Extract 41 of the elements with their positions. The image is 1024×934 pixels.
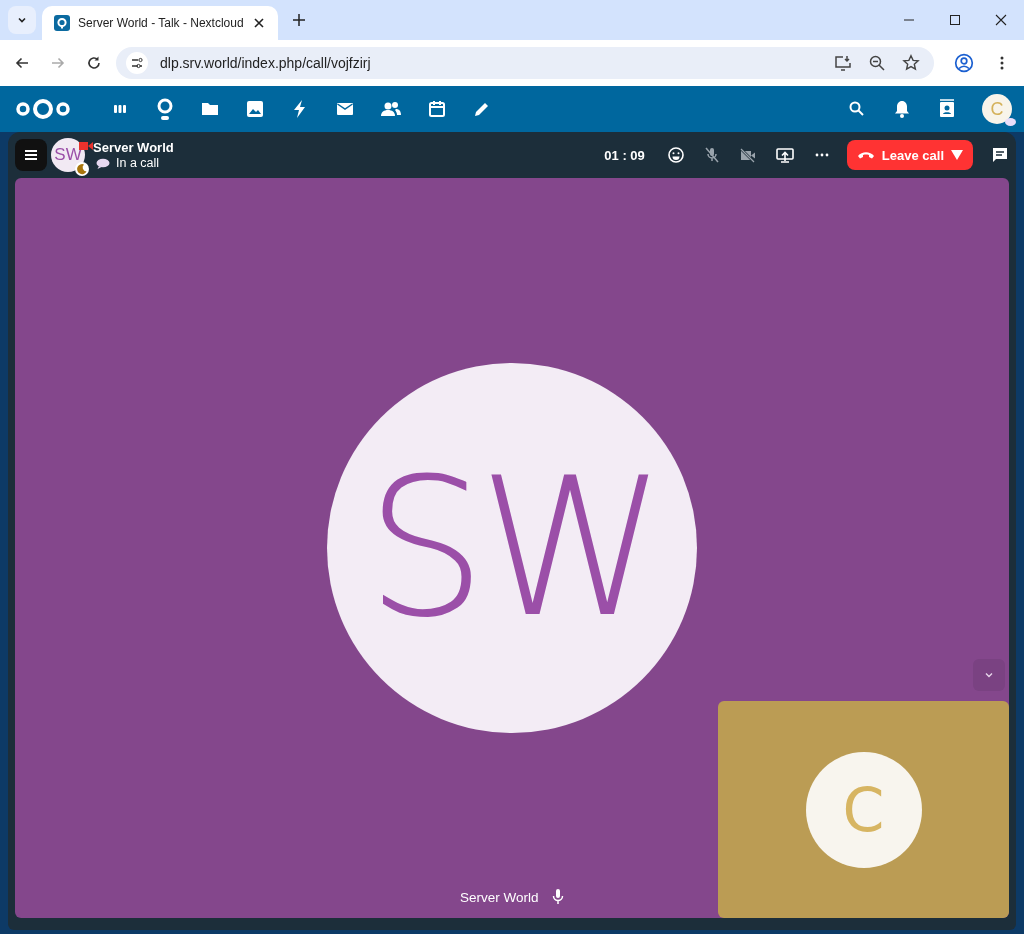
camera-off-icon[interactable]: [738, 146, 757, 164]
screen-share-icon[interactable]: [774, 146, 795, 164]
contacts-icon[interactable]: [380, 99, 402, 119]
talk-icon[interactable]: [155, 97, 175, 121]
leave-call-button[interactable]: Leave call: [846, 140, 973, 170]
participant-name: Server World: [460, 889, 539, 905]
conversation-title: Server World: [93, 140, 174, 155]
speech-bubble-icon: [96, 157, 110, 169]
new-tab-icon[interactable]: [291, 13, 306, 27]
status-icon: [1005, 118, 1016, 126]
image-icon[interactable]: [245, 99, 265, 119]
menu-icon: [23, 147, 39, 163]
reload-icon[interactable]: [86, 55, 102, 71]
chat-icon[interactable]: [991, 146, 1009, 164]
self-avatar: C: [805, 751, 922, 868]
browser-tab[interactable]: Server World - Talk - Nextcloud: [42, 6, 278, 40]
emoji-icon[interactable]: [666, 146, 685, 164]
close-icon[interactable]: [251, 16, 266, 30]
tab-title: Server World - Talk - Nextcloud: [78, 16, 244, 30]
contact-card-icon[interactable]: [937, 99, 957, 119]
call-status: In a call: [116, 156, 160, 170]
participant-avatar: SW: [327, 363, 697, 733]
star-icon[interactable]: [902, 54, 920, 72]
calendar-icon[interactable]: [427, 99, 447, 119]
menu-button[interactable]: [15, 139, 47, 171]
bell-icon[interactable]: [892, 99, 912, 119]
call-timer: 01 : 09: [604, 147, 645, 163]
back-icon[interactable]: [14, 55, 30, 71]
url-text: dlp.srv.world/index.php/call/vojfzirj: [160, 55, 371, 71]
moon-icon: [75, 162, 89, 176]
site-settings-icon[interactable]: [126, 52, 148, 74]
dropdown-triangle-icon: [951, 150, 963, 160]
zoom-out-icon[interactable]: [868, 54, 886, 72]
nextcloud-logo[interactable]: [15, 97, 71, 121]
microphone-icon: [550, 888, 565, 906]
profile-icon[interactable]: [954, 53, 974, 73]
talk-app-icon: [54, 15, 70, 31]
microphone-off-icon[interactable]: [702, 146, 721, 164]
hang-up-icon: [856, 150, 875, 160]
install-app-icon[interactable]: [834, 54, 852, 72]
address-bar[interactable]: dlp.srv.world/index.php/call/vojfzirj: [116, 47, 934, 79]
